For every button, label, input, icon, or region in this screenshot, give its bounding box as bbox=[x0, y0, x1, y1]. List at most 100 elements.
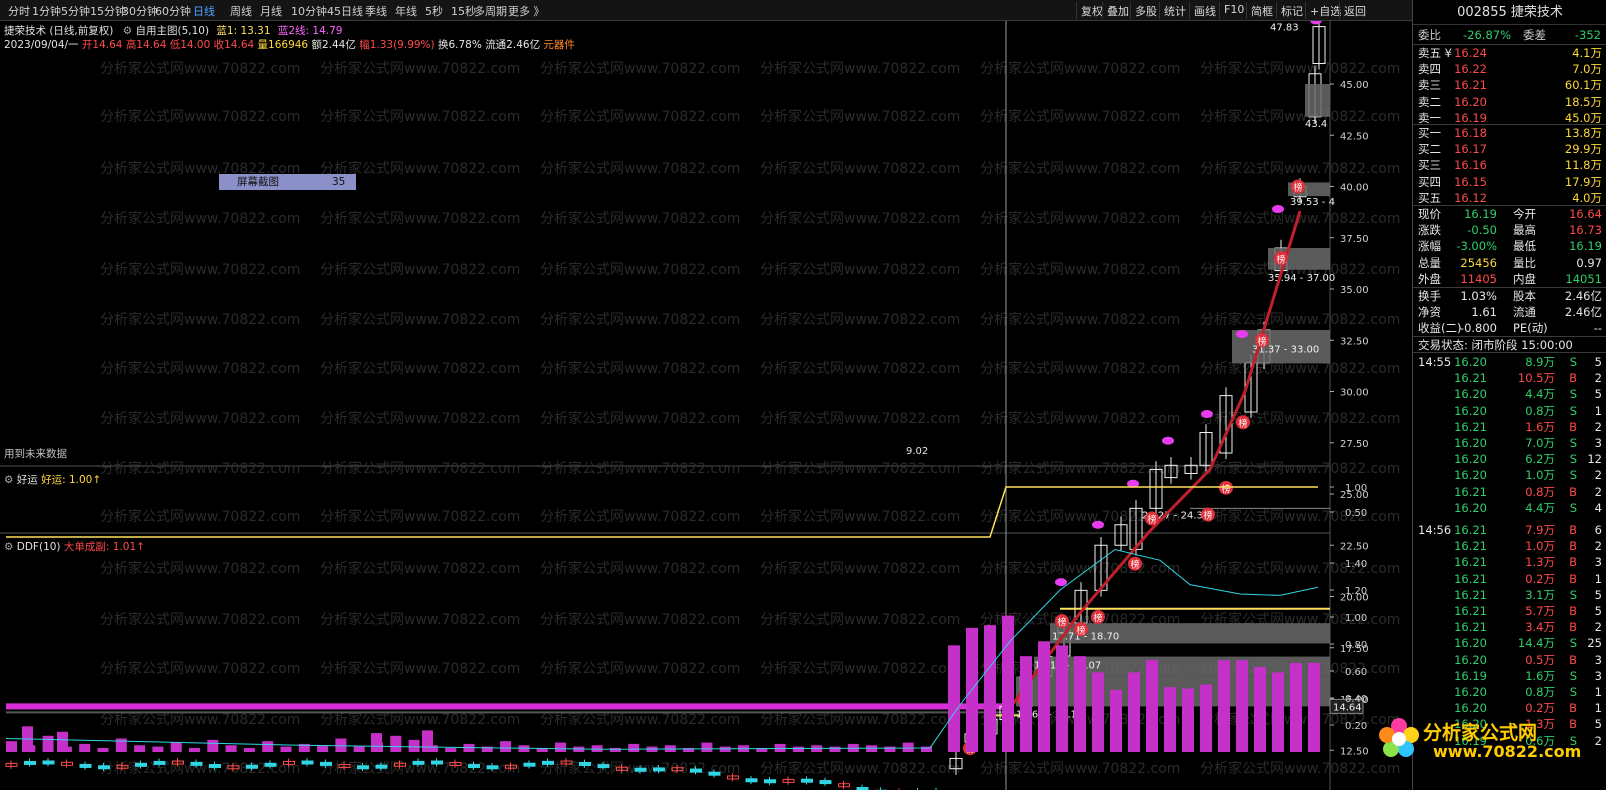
watermark-text: 分析家公式网www.70822.com bbox=[100, 508, 300, 525]
ask-label: 卖五 ¥ bbox=[1418, 46, 1452, 60]
period-tab[interactable]: 更多 》 bbox=[508, 3, 545, 19]
toolbar-button[interactable]: F10 bbox=[1219, 2, 1248, 19]
watermark-text: 分析家公式网www.70822.com bbox=[760, 360, 960, 377]
indicator-name[interactable]: 自用主图(5,10) bbox=[135, 25, 209, 37]
period-tab[interactable]: 10分钟 bbox=[291, 3, 327, 19]
watermark-text: 分析家公式网www.70822.com bbox=[1200, 508, 1400, 525]
period-tab[interactable]: 日线 bbox=[193, 3, 215, 19]
tick-side: S bbox=[1569, 636, 1577, 651]
bang-tag-text: 榜 bbox=[1203, 510, 1212, 522]
sub2-name[interactable]: DDF(10) bbox=[17, 541, 61, 553]
stat-label: 流通 bbox=[1513, 305, 1536, 320]
period-tab[interactable]: 分时 bbox=[8, 3, 30, 19]
tick-price: 16.20 bbox=[1454, 387, 1487, 402]
bid-volume: 11.8万 bbox=[1564, 158, 1602, 173]
y-tick-label: 27.50 bbox=[1340, 439, 1369, 450]
tick-row: 16.21 0.8万 B 2 bbox=[1413, 484, 1606, 500]
tick-time: 14:56 bbox=[1418, 523, 1452, 537]
stat-value: 1.61 bbox=[1471, 305, 1497, 320]
bid-row: 买二 16.17 29.9万 bbox=[1413, 141, 1606, 157]
watermark-text: 分析家公式网www.70822.com bbox=[100, 660, 300, 677]
resistance-box bbox=[1305, 84, 1330, 117]
bid-volume: 4.0万 bbox=[1572, 190, 1602, 205]
period-tab[interactable]: 5秒 bbox=[425, 3, 443, 19]
stat-row: 涨跌 -0.50 最高 16.73 bbox=[1413, 222, 1606, 238]
period-tab[interactable]: 60分钟 bbox=[155, 3, 191, 19]
tick-price: 16.21 bbox=[1454, 571, 1487, 586]
watermark-text: 分析家公式网www.70822.com bbox=[320, 560, 520, 577]
watermark-text: 分析家公式网www.70822.com bbox=[320, 108, 520, 125]
ddf-bar bbox=[97, 747, 109, 752]
watermark-text: 分析家公式网www.70822.com bbox=[760, 60, 960, 77]
toolbar-button[interactable]: 多股 bbox=[1130, 2, 1161, 19]
ddf-bar bbox=[134, 745, 146, 752]
tick-volume: 0.2万 bbox=[1525, 701, 1555, 716]
watermark-text: 分析家公式网www.70822.com bbox=[320, 660, 520, 677]
tick-volume: 1.0万 bbox=[1525, 539, 1555, 554]
ddf-bar bbox=[353, 746, 365, 752]
bang-tag-text: 榜 bbox=[1076, 624, 1085, 636]
toolbar-button[interactable]: 叠加 bbox=[1102, 2, 1133, 19]
tick-side: B bbox=[1569, 523, 1577, 537]
stat-value: 0.97 bbox=[1576, 255, 1602, 270]
watermark-text: 分析家公式网www.70822.com bbox=[540, 210, 740, 227]
watermark-text: 分析家公式网www.70822.com bbox=[980, 560, 1180, 577]
watermark-text: 分析家公式网www.70822.com bbox=[540, 108, 740, 125]
period-tab[interactable]: 15秒 bbox=[451, 3, 476, 19]
ddf-bar bbox=[1164, 687, 1176, 752]
tick-row: 14:56 16.21 7.9万 B 6 bbox=[1413, 522, 1606, 538]
tick-row: 16.21 0.2万 B 1 bbox=[1413, 571, 1606, 587]
logo-name: 分析家公式网 bbox=[1423, 722, 1538, 744]
sub1-name[interactable]: 好运 bbox=[17, 474, 38, 486]
period-tab[interactable]: 季线 bbox=[365, 3, 387, 19]
ohlc-amount: 额2.44亿 bbox=[311, 39, 356, 51]
bid-label: 买五 bbox=[1418, 190, 1441, 205]
watermark-text: 分析家公式网www.70822.com bbox=[540, 711, 740, 728]
sub2-tick-label: 0.60 bbox=[1345, 667, 1367, 678]
toolbar-button[interactable]: 标记 bbox=[1276, 2, 1307, 19]
sub2-gear-icon[interactable]: ⚙ bbox=[4, 541, 13, 553]
tick-count: 2 bbox=[1594, 733, 1602, 748]
watermark-text: 分析家公式网www.70822.com bbox=[320, 460, 520, 477]
tick-volume: 0.2万 bbox=[1525, 571, 1555, 586]
watermark-text: 分析家公式网www.70822.com bbox=[320, 611, 520, 628]
watermark-text: 分析家公式网www.70822.com bbox=[540, 311, 740, 328]
bid-volume: 29.9万 bbox=[1564, 142, 1602, 157]
tick-side: B bbox=[1569, 620, 1577, 635]
toolbar-button[interactable]: 统计 bbox=[1159, 2, 1190, 19]
period-tab[interactable]: 月线 bbox=[260, 3, 282, 19]
ask-price: 16.22 bbox=[1454, 62, 1487, 77]
screenshot-box[interactable]: 屏幕截图 35 bbox=[219, 174, 356, 190]
stat-value: 2.46亿 bbox=[1564, 305, 1602, 320]
period-tab[interactable]: 年线 bbox=[395, 3, 417, 19]
stock-chart[interactable]: 分析家公式网www.70822.com 分析家公式网www.70822.com 分析… bbox=[0, 21, 1412, 790]
y-tick-label: 42.50 bbox=[1340, 131, 1369, 142]
candle-body bbox=[153, 760, 166, 765]
price-range-label: 39.53 - 4 bbox=[1290, 197, 1335, 208]
stat-value: 16.64 bbox=[1569, 207, 1602, 221]
tick-count: 5 bbox=[1594, 587, 1602, 602]
ddf-bar bbox=[1290, 662, 1302, 752]
period-tab[interactable]: 30分钟 bbox=[122, 3, 158, 19]
toolbar-button[interactable]: 简框 bbox=[1246, 2, 1277, 19]
sub1-gear-icon[interactable]: ⚙ bbox=[4, 474, 13, 486]
tick-volume: 5.7万 bbox=[1525, 604, 1555, 618]
ddf-bar bbox=[422, 730, 433, 752]
toolbar-button[interactable]: 返回 bbox=[1339, 2, 1370, 19]
screenshot-label: 屏幕截图 bbox=[237, 176, 279, 188]
watermark-text: 分析家公式网www.70822.com bbox=[760, 108, 960, 125]
tick-side: B bbox=[1569, 484, 1577, 499]
bang-tag-text: 榜 bbox=[1293, 182, 1302, 194]
indicator-gear-icon[interactable]: ⚙ bbox=[123, 25, 132, 37]
period-tab[interactable]: 周线 bbox=[230, 3, 252, 19]
chart-header: 捷荣技术 (日线,前复权) ⚙ 自用主图(5,10) 蓝1: 13.31 蓝2线… bbox=[4, 23, 343, 38]
period-tab[interactable]: 15分钟 bbox=[90, 3, 126, 19]
period-tab[interactable]: 45日线 bbox=[327, 3, 363, 19]
tick-price: 16.20 bbox=[1454, 652, 1487, 667]
toolbar-button[interactable]: 画线 bbox=[1189, 2, 1220, 19]
watermark-text: 分析家公式网www.70822.com bbox=[100, 108, 300, 125]
period-tab[interactable]: 多周期 bbox=[474, 3, 507, 19]
tick-price: 16.21 bbox=[1454, 523, 1487, 537]
period-tab[interactable]: 1分钟 bbox=[32, 3, 61, 19]
period-tab[interactable]: 5分钟 bbox=[61, 3, 90, 19]
